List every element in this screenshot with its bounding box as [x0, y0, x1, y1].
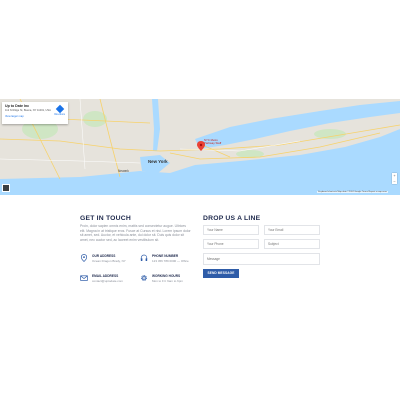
directions-icon	[55, 104, 64, 114]
send-message-button[interactable]: SEND MESSAGE	[203, 269, 239, 278]
phone-field[interactable]	[203, 239, 259, 249]
headphones-icon	[140, 254, 148, 262]
contact-page: New York Newark + − Keyboard shortcuts M…	[0, 0, 400, 400]
info-value: Mon to Fri: 9am to 6pm	[152, 278, 184, 283]
zoom-controls: + −	[392, 173, 397, 184]
map-attribution[interactable]: Keyboard shortcuts Map data ©2024 Google…	[317, 191, 388, 193]
map-type-thumbnail[interactable]	[2, 184, 10, 192]
info-title: EMAIL ADDRESS	[92, 274, 119, 278]
zoom-out-button[interactable]: −	[392, 179, 397, 185]
map-info-card: Up to Date Inc 112 N Ridge St, Buena, NY…	[2, 102, 68, 124]
info-title: PHONE NUMBER	[152, 254, 179, 258]
email-field[interactable]	[264, 225, 320, 235]
info-title: OUR ADDRESS	[92, 254, 116, 258]
subject-field[interactable]	[264, 239, 320, 249]
map-label-newark: Newark	[118, 169, 129, 173]
name-field[interactable]	[203, 225, 259, 235]
get-in-touch-heading: GET IN TOUCH	[80, 215, 131, 222]
envelope-icon	[80, 274, 88, 282]
map-label-new-york: New York	[148, 159, 168, 164]
info-value: Ocean Dragon Brady, NY	[92, 258, 126, 263]
info-title: WORKING HOURS	[152, 274, 181, 278]
info-value[interactable]: contact@uptodate.com	[92, 279, 123, 283]
location-pin-icon	[80, 254, 88, 262]
marker-label[interactable]: NYC Metro Parkway Staff	[204, 138, 226, 145]
gear-icon	[140, 274, 148, 282]
directions-button[interactable]: Directions	[54, 104, 65, 116]
drop-us-a-line-heading: DROP US A LINE	[203, 215, 261, 222]
contact-intro-text: Proin, dolor sapien omnis enim, mattis s…	[80, 224, 191, 242]
info-value: 123 456 789 0000 — Office	[152, 258, 189, 263]
message-field[interactable]	[203, 253, 320, 265]
